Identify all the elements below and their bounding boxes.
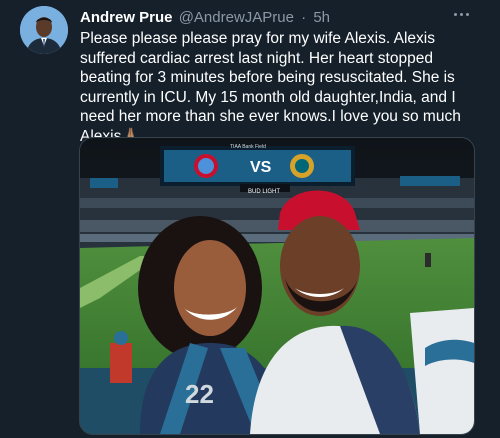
more-options-icon[interactable] bbox=[452, 6, 472, 22]
scoreboard-vs: VS bbox=[250, 159, 272, 176]
author-name[interactable]: Andrew Prue bbox=[80, 9, 173, 26]
avatar-image bbox=[20, 6, 68, 54]
stadium-name: TIAA Bank Field bbox=[230, 144, 266, 150]
banner-text: BUD LIGHT bbox=[248, 189, 280, 195]
jersey-number: 22 bbox=[185, 379, 214, 409]
tweet-photo[interactable]: BUD LIGHT VS TIAA Bank Field 22 bbox=[79, 137, 475, 435]
tweet-timestamp[interactable]: 5h bbox=[313, 9, 330, 26]
stadium-selfie-image: BUD LIGHT VS TIAA Bank Field 22 bbox=[80, 138, 474, 434]
author-handle[interactable]: @AndrewJAPrue bbox=[179, 9, 294, 26]
tweet-header: Andrew Prue @AndrewJAPrue · 5h bbox=[80, 9, 486, 29]
separator-dot: · bbox=[301, 9, 307, 26]
tweet-card[interactable]: Andrew Prue @AndrewJAPrue · 5h Please pl… bbox=[0, 0, 500, 438]
author-avatar[interactable] bbox=[20, 6, 68, 54]
tweet-text: Please please please pray for my wife Al… bbox=[80, 30, 461, 145]
